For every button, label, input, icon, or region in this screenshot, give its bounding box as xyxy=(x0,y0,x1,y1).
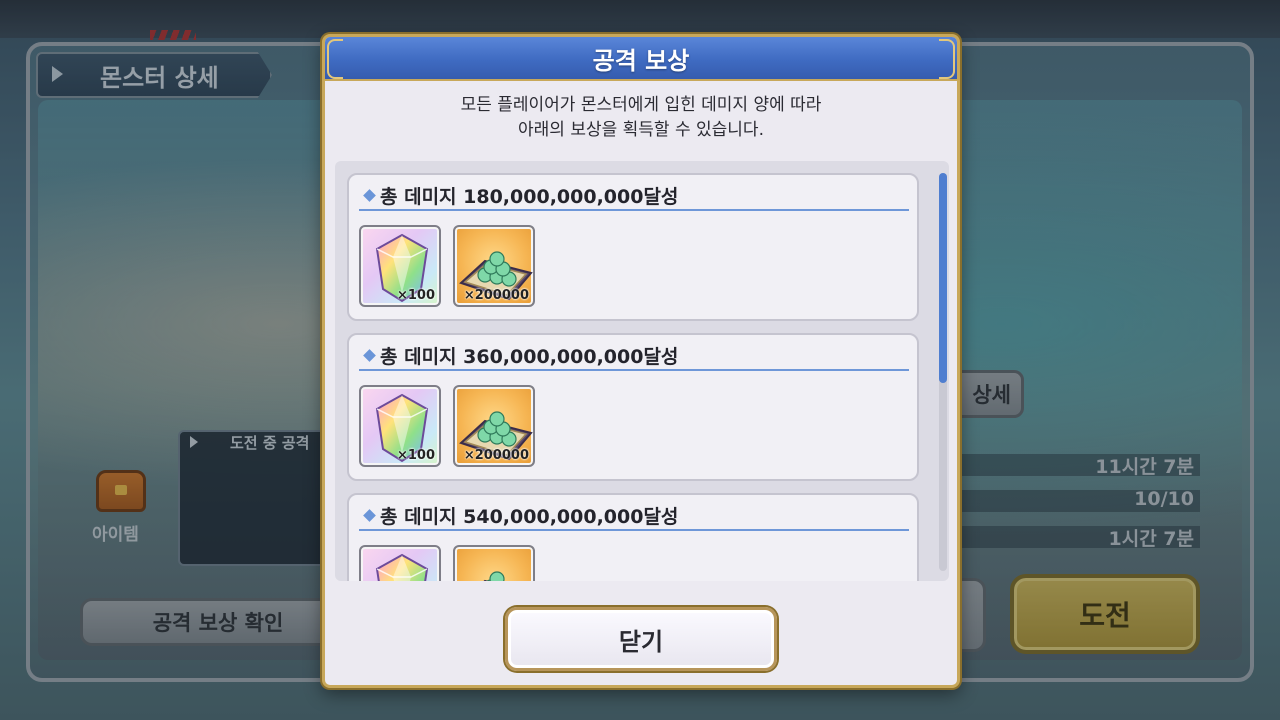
reward-item[interactable]: ×100 xyxy=(359,385,441,467)
reward-quantity: ×200000 xyxy=(463,288,529,303)
reward-tier: 총 데미지 360,000,000,000달성 ×100 ×200000 xyxy=(347,333,919,481)
corner-ornament-icon xyxy=(939,39,955,79)
dialog-description: 모든 플레이어가 몬스터에게 입힌 데미지 양에 따라 아래의 보상을 획득할 … xyxy=(325,93,957,143)
scrollbar-thumb[interactable] xyxy=(939,173,947,383)
reward-quantity: ×100 xyxy=(396,288,435,303)
dialog-header: 공격 보상 xyxy=(325,37,957,81)
reward-tier: 총 데미지 180,000,000,000달성 ×100 ×200000 xyxy=(347,173,919,321)
reward-item[interactable]: ×200000 xyxy=(453,385,535,467)
reward-item[interactable]: ×200000 xyxy=(453,225,535,307)
tier-header: 총 데미지 180,000,000,000달성 xyxy=(359,181,909,211)
description-line: 아래의 보상을 획득할 수 있습니다. xyxy=(518,120,764,140)
reward-quantity: ×200000 xyxy=(463,448,529,463)
tier-header: 총 데미지 360,000,000,000달성 xyxy=(359,341,909,371)
scrollbar[interactable] xyxy=(939,173,947,571)
diamond-bullet-icon xyxy=(363,188,376,202)
tier-title: 총 데미지 540,000,000,000달성 xyxy=(380,505,679,528)
reward-item[interactable] xyxy=(453,545,535,581)
reward-item[interactable] xyxy=(359,545,441,581)
diamond-bullet-icon xyxy=(363,508,376,522)
dialog-title: 공격 보상 xyxy=(592,46,690,75)
diamond-bullet-icon xyxy=(363,348,376,362)
corner-ornament-icon xyxy=(327,39,343,79)
tier-title: 총 데미지 180,000,000,000달성 xyxy=(380,185,679,208)
tier-title: 총 데미지 360,000,000,000달성 xyxy=(380,345,679,368)
close-button[interactable]: 닫기 xyxy=(505,607,777,671)
reward-tier: 총 데미지 540,000,000,000달성 xyxy=(347,493,919,581)
reward-tier-list[interactable]: 총 데미지 180,000,000,000달성 ×100 ×200000 총 데… xyxy=(335,161,949,581)
description-line: 모든 플레이어가 몬스터에게 입힌 데미지 양에 따라 xyxy=(460,95,822,115)
green-orb-pile-icon xyxy=(483,571,505,581)
attack-reward-dialog: 공격 보상 모든 플레이어가 몬스터에게 입힌 데미지 양에 따라 아래의 보상… xyxy=(322,34,960,688)
rainbow-gem-icon xyxy=(375,553,429,581)
reward-quantity: ×100 xyxy=(396,448,435,463)
tier-header: 총 데미지 540,000,000,000달성 xyxy=(359,501,909,531)
reward-item[interactable]: ×100 xyxy=(359,225,441,307)
